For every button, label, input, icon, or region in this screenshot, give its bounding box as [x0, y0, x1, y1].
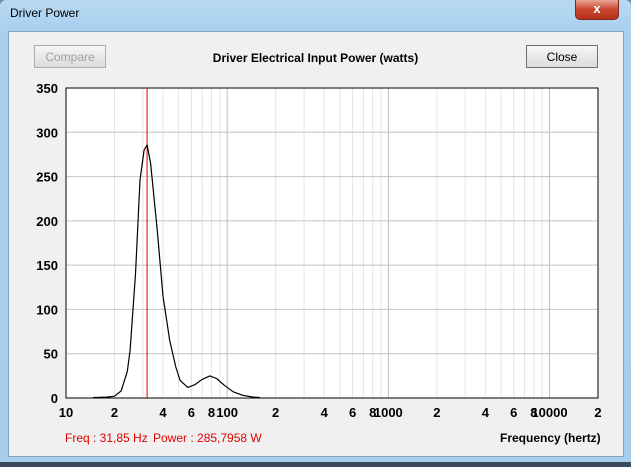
y-tick-label: 50: [44, 347, 58, 362]
x-tick-label: 6: [188, 405, 195, 420]
freq-readout: Freq : 31,85 Hz: [65, 431, 148, 445]
plot-area: [66, 88, 598, 398]
x-tick-label: 1000: [374, 405, 403, 420]
x-tick-label: 10: [59, 405, 73, 420]
x-tick-label: 4: [482, 405, 490, 420]
x-tick-label: 2: [272, 405, 279, 420]
x-tick-label: 2: [433, 405, 440, 420]
x-tick-label: 2: [594, 405, 601, 420]
x-tick-label: 4: [159, 405, 167, 420]
y-tick-label: 200: [36, 214, 58, 229]
x-axis-label: Frequency (hertz): [500, 431, 601, 445]
x-tick-label: 6: [349, 405, 356, 420]
y-tick-label: 150: [36, 258, 58, 273]
x-tick-label: 10000: [531, 405, 567, 420]
x-tick-label: 6: [510, 405, 517, 420]
x-tick-label: 4: [321, 405, 329, 420]
x-tick-label: 8: [208, 405, 215, 420]
power-readout: Power : 285,7958 W: [153, 431, 262, 445]
x-tick-label: 100: [216, 405, 238, 420]
y-tick-label: 350: [36, 81, 58, 96]
y-tick-label: 100: [36, 302, 58, 317]
y-tick-label: 300: [36, 125, 58, 140]
y-tick-label: 0: [51, 391, 58, 406]
y-tick-label: 250: [36, 170, 58, 185]
x-tick-label: 2: [111, 405, 118, 420]
power-chart[interactable]: 05010015020025030035010 2 4 6 8 100 2 4 6 81000 2 4…: [0, 0, 631, 467]
taskbar-strip: [0, 462, 631, 467]
